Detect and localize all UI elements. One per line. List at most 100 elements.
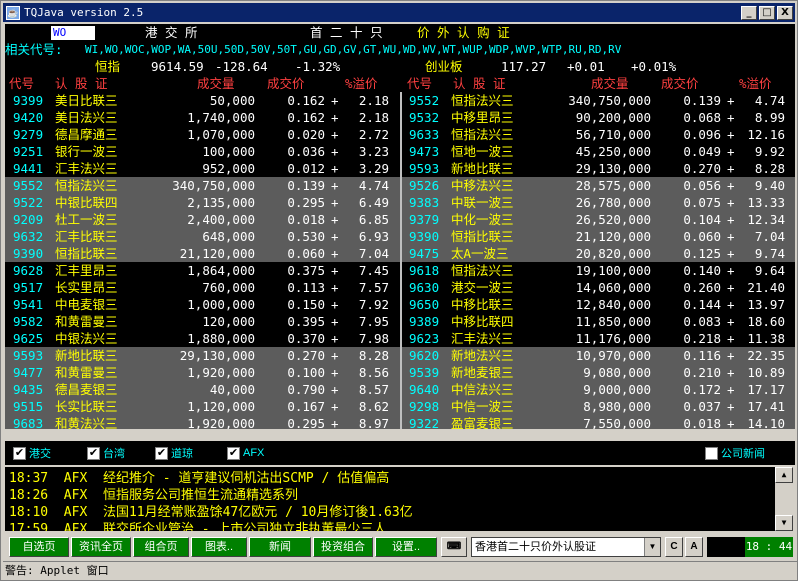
news-headline: 法国11月经常账盈馀47亿欧元 / 10月修订後1.63亿 [102,505,413,520]
cell-name: 盈富麦银三 [451,416,514,429]
index-pct: -1.32% [295,59,341,74]
cell-prem: 21.40 [747,280,785,295]
minimize-button[interactable]: _ [741,5,757,20]
col-name: 认 股 证 [55,76,108,91]
cell-price: 0.037 [683,399,721,414]
cell-vol: 340,750,000 [568,93,651,108]
page-select[interactable]: 香港首二十只价外认股证 ▼ [471,537,661,557]
news-item[interactable]: 18:10 AFX 法国11月经常账盈馀47亿欧元 / 10月修订後1.63亿 [9,504,769,521]
cell-name: 中信法兴三 [451,382,514,397]
cell-name: 新地麦银三 [451,365,514,380]
cell-prem: 8.28 [754,161,785,176]
checkbox[interactable]: ✔ [13,446,26,460]
table-row[interactable]: 9526 中移法兴三 28,575,000 0.056 +9.40 [5,177,795,194]
table-row[interactable]: 9389 中移比联四 11,850,000 0.083 +18.60 [5,313,795,330]
related-label: 相关代号: [5,42,63,57]
portfolio-page-button[interactable]: 组合页 [133,537,189,557]
cell-code: 9552 [409,93,440,108]
cell-prem: 14.10 [747,416,785,429]
title-bar: ☕ TQJava version 2.5 _ □ X [3,3,795,22]
cell-vol: 14,060,000 [575,280,651,295]
cell-code: 9650 [409,297,440,312]
keyboard-icon[interactable]: ⌨ [441,537,467,557]
chart-button[interactable]: 图表.. [191,537,247,557]
cell-sign: + [727,297,735,312]
table-row[interactable]: 9623 汇丰法兴三 11,176,000 0.218 +11.38 [5,330,795,347]
table-row[interactable]: 9379 中化一波三 26,520,000 0.104 +12.34 [5,211,795,228]
cell-code: 9322 [409,416,440,429]
chevron-down-icon[interactable]: ▼ [644,538,660,556]
cell-vol: 21,120,000 [575,229,651,244]
cell-price: 0.218 [683,331,721,346]
table-row[interactable]: 9532 中移里昂三 90,200,000 0.068 +8.99 [5,109,795,126]
checkbox[interactable]: ✔ [87,446,100,460]
filter-hkex[interactable]: ✔ 港交 [13,446,51,460]
news-item[interactable]: 18:37 AFX 经纪推介 - 道亨建议伺机沽出SCMP / 估值偏高 [9,470,769,487]
board-label: 首 二 十 只 [310,25,383,40]
table-row[interactable]: 9322 盈富麦银三 7,550,000 0.018 +14.10 [5,415,795,429]
table-row[interactable]: 9298 中信一波三 8,980,000 0.037 +17.41 [5,398,795,415]
index-change: +0.01 [567,59,605,74]
cell-sign: + [727,365,735,380]
maximize-button[interactable]: □ [759,5,775,20]
filter-label: AFX [243,447,265,459]
news-source: AFX [63,471,88,486]
table-row[interactable]: 9473 恒地一波三 45,250,000 0.049 +9.92 [5,143,795,160]
news-item[interactable]: 17:59 AFX 联交所企业管治 - 上市公司独立非执董最少三人 [9,521,769,531]
watchlist-button[interactable]: 自选页 [9,537,69,557]
c-button[interactable]: C [665,537,683,557]
checkbox[interactable]: ✔ [227,446,240,460]
cell-code: 9532 [409,110,440,125]
cell-price: 0.139 [683,93,721,108]
table-row[interactable]: 9618 恒指法兴三 19,100,000 0.140 +9.64 [5,262,795,279]
cell-vol: 12,840,000 [575,297,651,312]
checkbox[interactable]: ✔ [155,446,168,460]
cell-vol: 26,780,000 [575,195,651,210]
cell-name: 中移法兴三 [451,178,514,193]
scroll-up-icon[interactable]: ▲ [775,467,793,483]
cell-code: 9526 [409,178,440,193]
col-premium: %溢价 [739,76,772,91]
table-row[interactable]: 9620 新地法兴三 10,970,000 0.116 +22.35 [5,347,795,364]
checkbox[interactable] [705,446,718,460]
cell-prem: 9.40 [754,178,785,193]
news-item[interactable]: 18:26 AFX 恒指服务公司推恒生流通精选系列 [9,487,769,504]
table-row[interactable]: 9383 中联一波三 26,780,000 0.075 +13.33 [5,194,795,211]
table-row[interactable]: 9390 恒指比联三 21,120,000 0.060 +7.04 [5,228,795,245]
news-button[interactable]: 新闻 [249,537,311,557]
table-row[interactable]: 9539 新地麦银三 9,080,000 0.210 +10.89 [5,364,795,381]
cell-price: 0.096 [683,127,721,142]
cell-vol: 90,200,000 [575,110,651,125]
a-button[interactable]: A [685,537,703,557]
close-button[interactable]: X [777,5,793,20]
col-code: 代号 [9,76,35,91]
filter-dowjones[interactable]: ✔ 道琼 [155,446,193,460]
table-row[interactable]: 9630 港交一波三 14,060,000 0.260 +21.40 [5,279,795,296]
filter-taiwan[interactable]: ✔ 台湾 [87,446,125,460]
clock: 18 : 44 [745,537,793,557]
col-price: 成交价 [267,76,305,91]
column-header-row: 代号 认 股 证 成交量 成交价 %溢价 代号 认 股 证 成交量 成交价 %溢… [5,75,795,92]
info-fullpage-button[interactable]: 资讯全页 [71,537,131,557]
table-row[interactable]: 9552 恒指法兴三 340,750,000 0.139 +4.74 [5,92,795,109]
cell-sign: + [727,314,735,329]
company-news-toggle[interactable]: 公司新闻 [705,446,765,460]
news-time: 18:26 [9,488,49,503]
table-row[interactable]: 9475 太A一波三 20,820,000 0.125 +9.74 [5,245,795,262]
code-input[interactable]: WO [51,26,95,40]
table-row[interactable]: 9640 中信法兴三 9,000,000 0.172 +17.17 [5,381,795,398]
scroll-down-icon[interactable]: ▼ [775,515,793,531]
cell-sign: + [727,246,735,261]
related-codes[interactable]: WI,WO,WOC,WOP,WA,50U,50D,50V,50T,GU,GD,G… [85,41,621,58]
settings-button[interactable]: 设置.. [375,537,437,557]
news-scrollbar[interactable]: ▲ ▼ [775,467,793,531]
investment-portfolio-button[interactable]: 投资组合 [313,537,373,557]
table-row[interactable]: 9593 新地比联三 29,130,000 0.270 +8.28 [5,160,795,177]
filter-afx[interactable]: ✔ AFX [227,446,264,460]
table-row[interactable]: 9650 中移比联三 12,840,000 0.144 +13.97 [5,296,795,313]
cell-sign: + [727,382,735,397]
filter-label: 道琼 [171,448,193,460]
cell-price: 0.210 [683,365,721,380]
window-title: TQJava version 2.5 [24,6,144,19]
table-row[interactable]: 9633 恒指法兴三 56,710,000 0.096 +12.16 [5,126,795,143]
